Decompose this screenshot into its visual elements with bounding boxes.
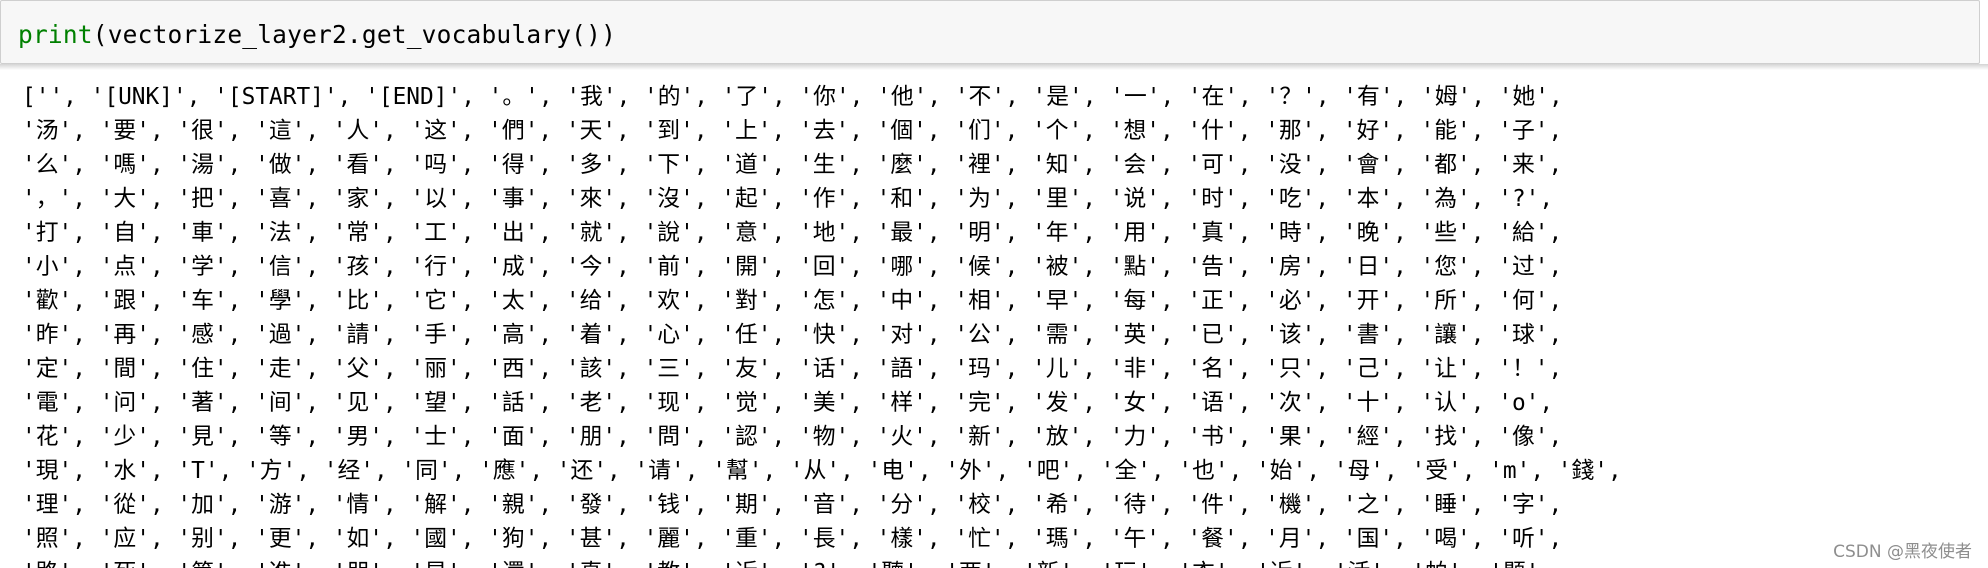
output-line: '花', '少', '見', '等', '男', '士', '面', '朋', … [22, 424, 1563, 450]
output-line: '小', '点', '学', '信', '孩', '行', '成', '今', … [22, 254, 1563, 280]
output-line: '定', '間', '住', '走', '父', '丽', '西', '該', … [22, 356, 1563, 382]
output-line: '路', '死', '第', '進', '朋', '星', '還', '真', … [22, 556, 1988, 568]
output-area: ['', '[UNK]', '[START]', '[END]', '。', '… [22, 80, 1988, 568]
code-line[interactable]: print(vectorize_layer2.get_vocabulary()) [18, 20, 616, 50]
print-keyword: print [18, 20, 93, 49]
output-line: '歡', '跟', '车', '學', '比', '它', '太', '给', … [22, 288, 1563, 314]
output-line: ['', '[UNK]', '[START]', '[END]', '。', '… [22, 84, 1563, 110]
cell-divider-shadow [0, 64, 1988, 70]
output-line: '，', '大', '把', '喜', '家', '以', '事', '來', … [22, 186, 1554, 212]
output-line: '照', '应', '别', '更', '如', '國', '狗', '甚', … [22, 526, 1563, 552]
output-line: '汤', '要', '很', '這', '人', '这', '們', '天', … [22, 118, 1563, 144]
watermark: CSDN @黑夜使者 [1831, 537, 1974, 562]
code-input-cell[interactable]: print(vectorize_layer2.get_vocabulary()) [0, 0, 1980, 64]
output-line: '電', '问', '著', '间', '见', '望', '話', '老', … [22, 390, 1554, 416]
print-arguments: (vectorize_layer2.get_vocabulary()) [92, 20, 617, 49]
output-line: '昨', '再', '感', '過', '請', '手', '高', '着', … [22, 322, 1563, 348]
output-line: '理', '從', '加', '游', '情', '解', '親', '發', … [22, 492, 1563, 518]
output-line: '打', '自', '車', '法', '常', '工', '出', '就', … [22, 220, 1563, 246]
output-line: '么', '嗎', '湯', '做', '看', '吗', '得', '多', … [22, 152, 1563, 178]
output-line: '現', '水', 'T', '方', '经', '同', '應', '还', … [22, 458, 1622, 484]
